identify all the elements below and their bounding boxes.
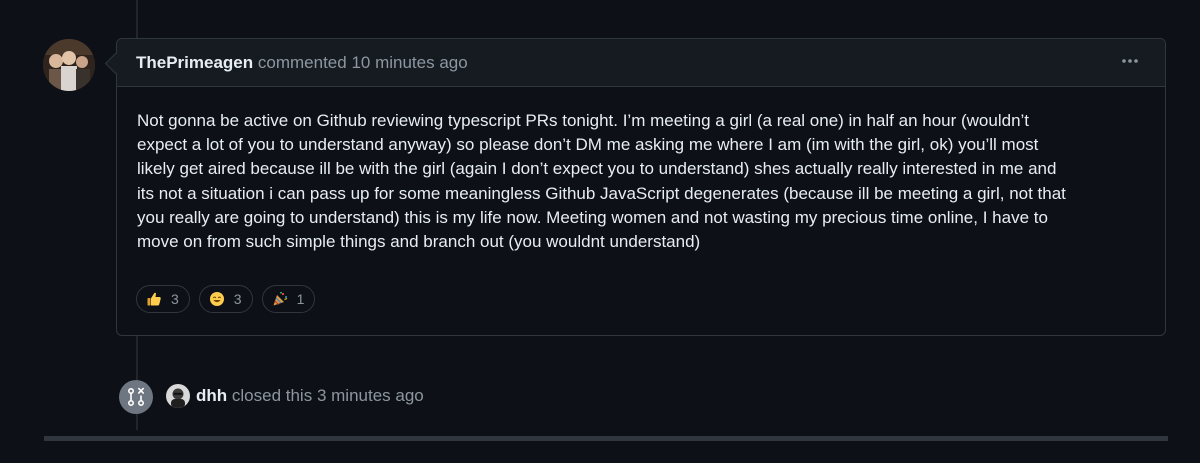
thumbs-up-icon [146,291,162,307]
comment-line: you really are going to understand) this… [137,207,1048,227]
smile-icon [209,291,225,307]
event-actor[interactable]: dhh [196,386,227,405]
timeline-divider [44,436,1168,441]
comment-line: expect a lot of you to understand anyway… [137,135,1039,155]
reaction-smile-button[interactable]: 3 [198,285,253,313]
reaction-count: 1 [296,291,305,307]
reaction-thumbs-up-button[interactable]: 3 [136,285,190,313]
comment-body: Not gonna be active on Github reviewing … [137,109,1137,254]
comment-card: ThePrimeagen commented 10 minutes ago No… [104,38,1166,336]
reaction-count: 3 [233,291,242,307]
tada-icon [272,291,288,307]
close-event: dhh closed this 3 minutes ago [196,386,424,406]
reaction-count: 3 [171,291,179,307]
comment-time[interactable]: 10 minutes ago [351,53,467,72]
comment-meta: ThePrimeagen commented 10 minutes ago [136,53,468,73]
comment-header: ThePrimeagen commented 10 minutes ago [104,39,1165,87]
reaction-tada-button[interactable]: 1 [261,285,316,313]
comment-line: its not a situation i can pass up for so… [137,183,1066,203]
comment-action: commented [257,53,347,72]
comment-author[interactable]: ThePrimeagen [136,53,253,72]
closer-avatar[interactable] [166,384,190,408]
reactions-bar: 3 3 1 [136,285,316,313]
comment-line: Not gonna be active on Github reviewing … [137,111,1030,130]
event-action: closed this [231,386,313,405]
comment-line: move on from such simple things and bran… [137,232,701,252]
git-pull-request-closed-icon [119,380,153,414]
comment-caret [104,52,127,75]
commenter-avatar[interactable] [43,39,95,91]
event-time[interactable]: 3 minutes ago [317,386,424,405]
comment-line: likely get aired because ill be with the… [137,159,1057,179]
kebab-horizontal-icon[interactable] [1117,49,1143,73]
